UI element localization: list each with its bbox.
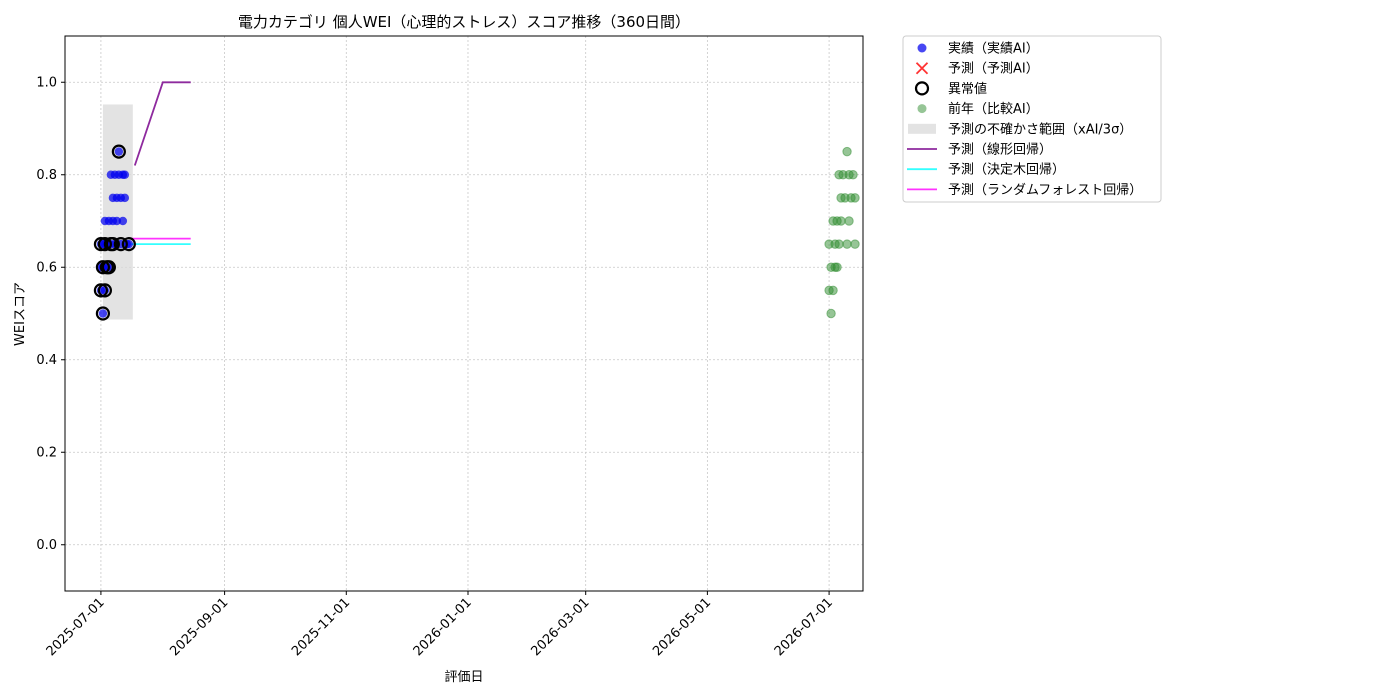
legend-label: 予測（決定木回帰） — [948, 162, 1065, 178]
actual-point — [114, 147, 124, 156]
y-tick-label: 0.0 — [36, 538, 57, 553]
y-tick-label: 0.2 — [36, 445, 57, 460]
actual-point — [98, 309, 108, 318]
chart-canvas: 0.0 0.2 0.4 0.6 0.8 1.0 2025-07-01 2025-09-01 20… — [13, 13, 1162, 685]
previous-year-point — [826, 308, 836, 319]
x-tick-label: 2025-07-01 — [44, 595, 108, 659]
data-points — [93, 144, 860, 321]
x-tick-label: 2026-01-01 — [411, 595, 475, 659]
y-tick-label: 0.4 — [36, 353, 57, 368]
x-tick-label: 2026-07-01 — [772, 595, 836, 659]
y-tick-label: 0.6 — [36, 260, 57, 275]
x-axis-label: 評価日 — [444, 670, 483, 685]
grid-lines — [65, 36, 863, 591]
prediction-line — [133, 81, 191, 166]
previous-year-point — [828, 285, 838, 296]
actual-point — [118, 216, 128, 226]
y-tick-label: 0.8 — [36, 168, 57, 183]
x-tick-label: 2026-03-01 — [528, 595, 592, 659]
previous-year-point — [844, 216, 854, 226]
legend-label: 実績（実績AI） — [948, 41, 1039, 57]
actual-point — [120, 193, 130, 203]
chart-title: 電力カテゴリ 個人WEI（心理的ストレス）スコア推移（360日間） — [238, 13, 690, 31]
legend-label: 異常値 — [948, 81, 987, 97]
legend-label: 予測（ランダムフォレスト回帰） — [948, 182, 1142, 198]
y-tick-label: 1.0 — [36, 75, 57, 90]
previous-year-point — [850, 239, 860, 249]
x-tick-label: 2025-09-01 — [167, 595, 231, 659]
prediction-lines — [130, 81, 191, 246]
legend-swatch-dot — [917, 104, 927, 114]
x-tick-label: 2026-05-01 — [650, 595, 714, 659]
y-axis-label: WEIスコア — [13, 282, 28, 346]
previous-year-point — [842, 239, 852, 249]
x-tick-label: 2025-11-01 — [289, 595, 353, 659]
legend-label: 予測（線形回帰） — [948, 142, 1052, 158]
previous-year-point — [842, 146, 852, 157]
legend-label: 予測の不確かさ範囲（xAI/3σ） — [948, 121, 1132, 137]
actual-point — [120, 170, 130, 179]
previous-year-point — [836, 216, 846, 226]
legend-swatch-dot — [917, 43, 927, 53]
legend-label: 予測（予測AI） — [948, 62, 1039, 77]
legend: 実績（実績AI） 予測（予測AI） 異常値前年（比較AI） 予測の不確かさ範囲（xAI… — [902, 35, 1162, 203]
axes: 0.0 0.2 0.4 0.6 0.8 1.0 2025-07-01 2025-09-01 20… — [36, 75, 836, 659]
previous-year-point — [848, 170, 858, 180]
previous-year-point — [832, 262, 842, 272]
plot-frame — [64, 35, 864, 592]
legend-swatch-band — [908, 123, 936, 134]
previous-year-point — [834, 239, 844, 249]
legend-label: 前年（比較AI） — [948, 101, 1039, 117]
previous-year-point — [850, 193, 860, 203]
